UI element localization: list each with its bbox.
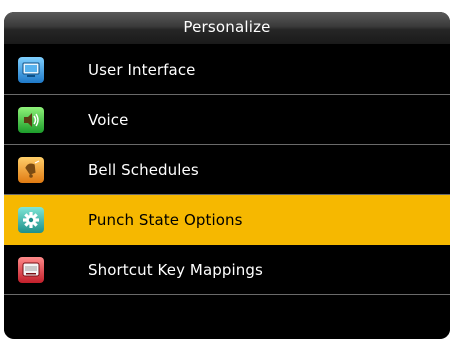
device-screen: Personalize User Interface Voice Bell Sc…: [4, 12, 450, 339]
empty-area: [4, 295, 450, 335]
menu-item-voice[interactable]: Voice: [4, 95, 450, 145]
menu-item-user-interface[interactable]: User Interface: [4, 45, 450, 95]
personalize-menu: User Interface Voice Bell Schedules Punc…: [4, 45, 450, 335]
menu-item-punch-state-options[interactable]: Punch State Options: [4, 195, 450, 245]
keyboard-key-icon: [18, 257, 44, 283]
monitor-icon: [18, 57, 44, 83]
menu-item-label: Voice: [88, 110, 129, 129]
menu-item-bell-schedules[interactable]: Bell Schedules: [4, 145, 450, 195]
menu-item-label: Punch State Options: [88, 210, 243, 229]
page-title: Personalize: [4, 12, 450, 45]
speaker-icon: [18, 107, 44, 133]
gear-icon: [18, 207, 44, 233]
menu-item-label: Shortcut Key Mappings: [88, 260, 263, 279]
menu-item-label: Bell Schedules: [88, 160, 199, 179]
menu-item-label: User Interface: [88, 60, 196, 79]
menu-item-shortcut-key-mappings[interactable]: Shortcut Key Mappings: [4, 245, 450, 295]
bell-icon: [18, 157, 44, 183]
